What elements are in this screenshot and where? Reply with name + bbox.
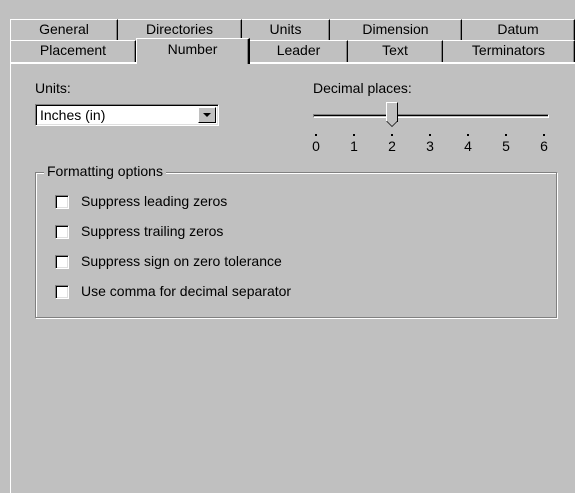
slider-tick-mark bbox=[505, 134, 507, 136]
checkbox-label: Suppress sign on zero tolerance bbox=[81, 253, 282, 269]
checkbox-label: Suppress trailing zeros bbox=[81, 223, 224, 239]
tab-label: Number bbox=[167, 41, 218, 57]
checkbox-label: Suppress leading zeros bbox=[81, 193, 228, 209]
slider-thumb[interactable] bbox=[386, 102, 398, 128]
slider-tick-mark bbox=[429, 134, 431, 136]
slider-tick-mark bbox=[467, 134, 469, 136]
tab-row-front: Placement Number Leader Text Terminators bbox=[10, 38, 575, 64]
tab-row-back: General Directories Units Dimension Datu… bbox=[10, 19, 575, 41]
slider-tick-mark bbox=[315, 134, 317, 136]
tab-label: Text bbox=[382, 42, 408, 58]
tab-label: Placement bbox=[39, 42, 107, 58]
tab-label: Directories bbox=[146, 21, 213, 37]
tab-terminators[interactable]: Terminators bbox=[443, 40, 575, 62]
decimal-places-label: Decimal places: bbox=[313, 80, 412, 96]
number-settings-dialog: General Directories Units Dimension Datu… bbox=[0, 0, 575, 493]
units-label: Units: bbox=[35, 80, 71, 96]
slider-tick-mark bbox=[353, 134, 355, 136]
tab-text[interactable]: Text bbox=[348, 40, 443, 62]
tab-number[interactable]: Number bbox=[136, 38, 250, 64]
slider-tick-label: 1 bbox=[350, 138, 358, 154]
slider-tick-mark bbox=[391, 134, 393, 136]
tab-label: General bbox=[39, 21, 89, 37]
tab-label: Datum bbox=[497, 21, 539, 37]
chevron-down-icon bbox=[203, 113, 211, 117]
slider-tick-label: 4 bbox=[464, 138, 472, 154]
tab-datum[interactable]: Datum bbox=[462, 19, 575, 41]
tab-units[interactable]: Units bbox=[242, 19, 330, 41]
tab-dimension[interactable]: Dimension bbox=[330, 19, 462, 41]
units-select-value: Inches (in) bbox=[40, 107, 106, 123]
checkbox-box[interactable] bbox=[55, 195, 69, 209]
slider-track bbox=[313, 114, 549, 118]
slider-tick-label: 2 bbox=[388, 138, 396, 154]
slider-tick-label: 5 bbox=[502, 138, 510, 154]
checkbox-box[interactable] bbox=[55, 285, 69, 299]
slider-tick-label: 6 bbox=[540, 138, 548, 154]
formatting-options-title: Formatting options bbox=[44, 163, 166, 179]
units-select[interactable]: Inches (in) bbox=[35, 104, 219, 126]
tab-label: Terminators bbox=[471, 42, 546, 58]
tab-label: Units bbox=[269, 21, 302, 37]
slider-tick-mark bbox=[543, 134, 545, 136]
checkbox-label: Use comma for decimal separator bbox=[81, 283, 292, 299]
tab-placement[interactable]: Placement bbox=[10, 40, 136, 62]
checkbox-box[interactable] bbox=[55, 255, 69, 269]
tab-label: Leader bbox=[276, 42, 321, 58]
decimal-places-slider[interactable]: 0 1 2 3 4 5 6 bbox=[312, 100, 550, 160]
tab-general[interactable]: General bbox=[10, 19, 118, 41]
units-dropdown-button[interactable] bbox=[198, 107, 216, 123]
tab-label: Dimension bbox=[362, 21, 429, 37]
checkbox-box[interactable] bbox=[55, 225, 69, 239]
tab-leader[interactable]: Leader bbox=[250, 40, 348, 62]
slider-tick-label: 0 bbox=[312, 138, 320, 154]
slider-tick-label: 3 bbox=[426, 138, 434, 154]
